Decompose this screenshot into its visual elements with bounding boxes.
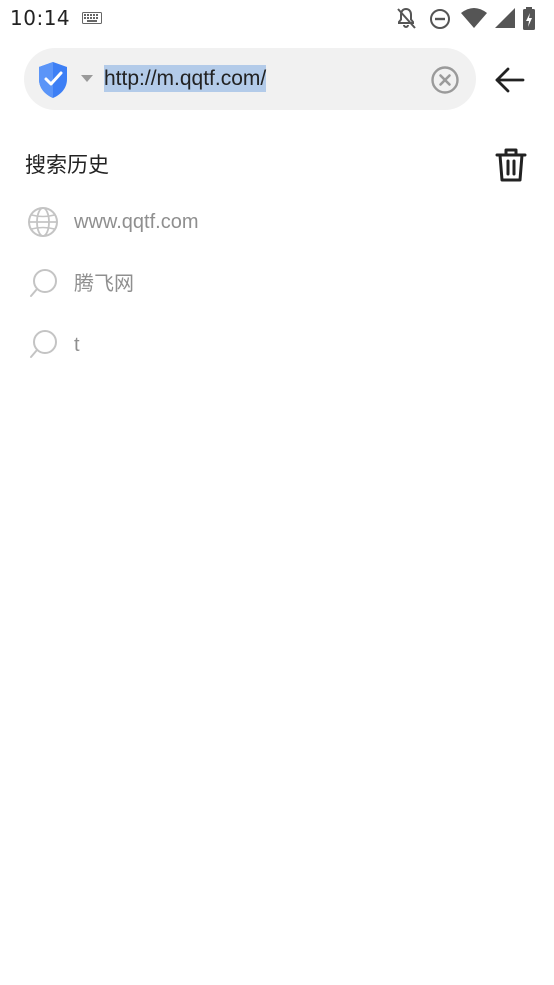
address-bar[interactable]: http://m.qqtf.com/ [24, 48, 476, 110]
address-bar-row: http://m.qqtf.com/ [0, 48, 554, 112]
history-header: 搜索历史 [0, 140, 554, 190]
back-arrow-icon[interactable] [492, 62, 528, 98]
shield-check-icon[interactable] [36, 60, 70, 100]
notifications-off-icon [397, 7, 416, 29]
history-item-label: 腾飞网 [74, 272, 134, 295]
search-icon [30, 268, 57, 297]
history-item-label: t [74, 334, 80, 356]
do-not-disturb-icon [430, 9, 450, 29]
history-item[interactable]: t [0, 315, 554, 377]
status-icons [394, 6, 554, 32]
wifi-icon [461, 8, 487, 28]
battery-icon [523, 7, 535, 30]
history-item[interactable]: www.qqtf.com [0, 192, 554, 254]
search-icon [30, 330, 57, 358]
history-item[interactable]: 腾飞网 [0, 254, 554, 316]
history-item-label: www.qqtf.com [74, 211, 199, 233]
trash-icon[interactable] [493, 145, 529, 185]
url-text[interactable]: http://m.qqtf.com/ [104, 65, 267, 92]
history-list: www.qqtf.com 腾飞网 t [0, 192, 554, 377]
url-input[interactable]: http://m.qqtf.com/ [104, 63, 267, 95]
chevron-down-icon[interactable] [80, 74, 94, 84]
keyboard-icon [82, 12, 102, 24]
cell-signal-icon [495, 8, 515, 28]
status-bar: 10:14 [0, 0, 554, 38]
status-time: 10:14 [10, 6, 71, 30]
globe-icon [28, 207, 58, 237]
clear-icon[interactable] [430, 65, 460, 95]
browser-search-page: 10:14 http://m.qqtf.com/ 搜索历史 www.qqtf.c… [0, 0, 554, 985]
history-title: 搜索历史 [25, 153, 109, 177]
